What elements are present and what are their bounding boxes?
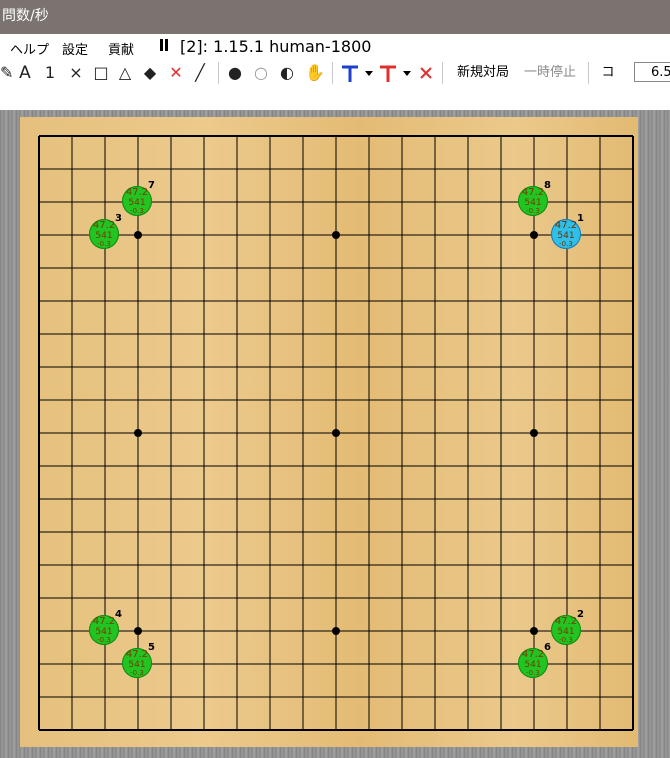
candidate-score: -0.3 [526,669,540,677]
number-tool-icon[interactable]: 1 [42,63,58,83]
komi-label: コミ [601,65,615,100]
white-stone-icon[interactable]: ○ [250,63,272,83]
hand-icon[interactable]: ✋ [304,63,326,83]
engine-status: [2]: 1.15.1 human-1800 [180,37,372,56]
star-point [134,627,142,635]
komi-input[interactable]: 6.5 [634,62,670,82]
cross-mark-icon[interactable]: × [68,63,84,83]
blue-move-marker-icon[interactable] [340,63,378,83]
toolbar-separator [588,62,589,84]
pause-icon[interactable] [160,39,163,51]
candidate-score: -0.3 [97,636,111,644]
pencil-icon[interactable]: ✎ [0,63,13,83]
star-point [530,429,538,437]
star-point [530,231,538,239]
go-board[interactable]: 47.2 541 -0.3 1 47.2 541 -0.3 2 47.2 541 -0.3 3 47.2… [20,117,638,747]
toolbar-separator [442,62,443,84]
candidate-order: 6 [544,642,551,653]
black-stone-icon[interactable]: ● [224,63,246,83]
candidate-score: -0.3 [130,207,144,215]
remove-marker-icon[interactable] [418,63,434,83]
new-game-button[interactable]: 新規対局 [452,63,514,83]
toolbar-spacer [0,86,670,110]
title-bar: 問数/秒 [0,0,670,34]
candidate-order: 2 [577,609,584,620]
candidate-order: 3 [115,213,122,224]
candidate-order: 8 [544,180,551,191]
candidate-order: 5 [148,642,155,653]
toolbar-separator [218,62,219,84]
toolbar: ✎ A 1 × □ △ ◆ ✕ ╱ ● ○ ◐ ✋ 新規対局 一時停止 コミ [0,60,670,100]
star-point [134,429,142,437]
red-move-marker-icon[interactable] [378,63,416,83]
candidate-score: -0.3 [97,240,111,248]
alternate-stone-icon[interactable]: ◐ [276,63,298,83]
brush-icon[interactable]: ╱ [190,63,210,83]
candidate-order: 1 [577,213,584,224]
menu-contribute[interactable]: 貢献 [108,39,134,58]
candidate-score: -0.3 [559,240,573,248]
candidate-score: -0.3 [559,636,573,644]
triangle-mark-icon[interactable]: △ [116,63,134,83]
candidate-score: -0.3 [526,207,540,215]
letter-tool-icon[interactable]: A [16,63,34,83]
menu-help[interactable]: ヘルプ [10,39,49,58]
candidate-order: 7 [148,180,155,191]
menu-settings[interactable]: 設定 [62,39,88,58]
menu-bar: ヘルプ 設定 貢献 [2]: 1.15.1 human-1800 [0,34,670,60]
star-point [134,231,142,239]
square-mark-icon[interactable]: □ [92,63,110,83]
eraser-icon[interactable]: ◆ [140,63,160,83]
toolbar-separator [332,62,333,84]
window-title: 問数/秒 [2,8,49,24]
star-point [332,231,340,239]
pause-button[interactable]: 一時停止 [520,63,580,83]
candidate-score: -0.3 [130,669,144,677]
star-point [530,627,538,635]
star-point [332,429,340,437]
candidate-order: 4 [115,609,122,620]
star-point [332,627,340,635]
clear-marks-icon[interactable]: ✕ [168,63,184,83]
